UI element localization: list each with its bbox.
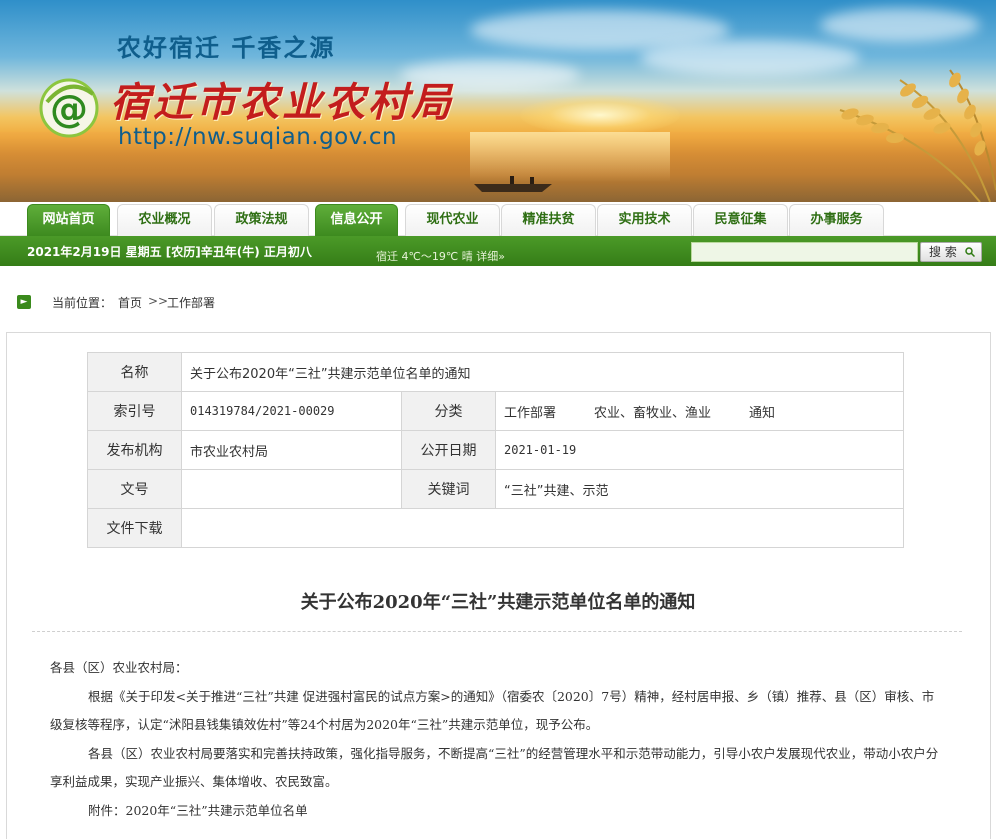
- article-paragraph: 根据《关于印发<关于推进“三社”共建 促进强村富民的试点方案>的通知》（宿委农〔…: [50, 688, 935, 733]
- meta-key-category: 分类: [401, 391, 496, 431]
- cloud-decoration: [820, 8, 980, 42]
- sun-glow: [520, 95, 680, 135]
- nav-tab-opinion[interactable]: 民意征集: [693, 204, 788, 236]
- header-slogan: 农好宿迁 千香之源: [117, 33, 336, 62]
- breadcrumb-label: 当前位置：: [52, 296, 113, 310]
- nav-tab-info-disclosure[interactable]: 信息公开: [315, 204, 398, 236]
- meta-key-keywords: 关键词: [401, 469, 496, 509]
- category-item: 通知: [749, 405, 776, 421]
- search-button-label: 搜 索: [929, 245, 957, 259]
- category-item: 工作部署: [504, 405, 557, 421]
- article-paragraph: 各县（区）农业农村局要落实和完善扶持政策，强化指导服务，不断提高“三社”的经营管…: [50, 745, 939, 790]
- nav-tab-poverty[interactable]: 精准扶贫: [501, 204, 596, 236]
- meta-row-download: 文件下载: [87, 508, 904, 548]
- header-banner: @ 农好宿迁 千香之源 宿迁市农业农村局 http://nw.suqian.go…: [0, 0, 996, 202]
- article-salutation: 各县（区）农业农村局：: [50, 660, 188, 675]
- nav-tab-services[interactable]: 办事服务: [789, 204, 884, 236]
- nav-tab-home[interactable]: 网站首页: [27, 204, 110, 236]
- meta-row-publisher: 发布机构 市农业农村局 公开日期 2021-01-19: [87, 430, 904, 470]
- rice-ears-decoration: [839, 69, 996, 202]
- meta-value-publisher: 市农业农村局: [181, 430, 402, 470]
- site-url: http://nw.suqian.gov.cn: [118, 124, 398, 150]
- breadcrumb-home-link[interactable]: 首页: [118, 294, 142, 311]
- meta-value-category: 工作部署 农业、畜牧业、渔业 通知: [495, 391, 904, 431]
- meta-key-name: 名称: [87, 352, 182, 392]
- nav-tab-tech[interactable]: 实用技术: [597, 204, 692, 236]
- meta-key-publisher: 发布机构: [87, 430, 182, 470]
- search-button[interactable]: 搜 索: [920, 242, 982, 262]
- water-shine: [470, 132, 670, 182]
- category-item: 农业、畜牧业、渔业: [594, 405, 712, 421]
- site-logo-icon: @: [39, 78, 99, 138]
- info-bar: 2021年2月19日 星期五 [农历]辛丑年(牛) 正月初八 宿迁 4℃～19℃…: [0, 236, 996, 266]
- weather-widget[interactable]: 宿迁 4℃～19℃ 晴 详细»: [376, 248, 505, 264]
- meta-value-name: 关于公布2020年“三社”共建示范单位名单的通知: [181, 352, 904, 392]
- main-nav: 网站首页 农业概况 政策法规 信息公开 现代农业 精准扶贫 实用技术 民意征集 …: [0, 202, 996, 236]
- meta-row-docno: 文号 关键词 “三社”共建、示范: [87, 469, 904, 509]
- breadcrumb-current-link[interactable]: 工作部署: [167, 294, 215, 311]
- meta-value-date: 2021-01-19: [495, 430, 904, 470]
- meta-value-docno: [181, 469, 402, 509]
- article-body: 各县（区）农业农村局： 根据《关于印发<关于推进“三社”共建 促进强村富民的试点…: [50, 654, 940, 825]
- date-display: 2021年2月19日 星期五 [农历]辛丑年(牛) 正月初八: [27, 245, 312, 259]
- article-title: 关于公布2020年“三社”共建示范单位名单的通知: [300, 592, 696, 613]
- meta-value-download[interactable]: [181, 508, 904, 548]
- svg-text:@: @: [50, 87, 88, 131]
- breadcrumb-separator: >>: [148, 294, 169, 308]
- meta-key-download: 文件下载: [87, 508, 182, 548]
- article-attachment-link[interactable]: 附件：2020年“三社”共建示范单位名单: [50, 797, 940, 826]
- org-name: 宿迁市农业农村局: [110, 79, 454, 126]
- meta-key-docno: 文号: [87, 469, 182, 509]
- title-divider: [32, 631, 962, 632]
- meta-value-keywords: “三社”共建、示范: [495, 469, 904, 509]
- fishing-boat-icon: [474, 176, 552, 192]
- document-meta-table: 名称 关于公布2020年“三社”共建示范单位名单的通知 索引号 01431978…: [87, 352, 904, 548]
- search-input[interactable]: [691, 242, 918, 262]
- meta-row-name: 名称 关于公布2020年“三社”共建示范单位名单的通知: [87, 352, 904, 392]
- meta-value-index: 014319784/2021-00029: [181, 391, 402, 431]
- search-icon: [965, 247, 975, 257]
- meta-row-index: 索引号 014319784/2021-00029 分类 工作部署 农业、畜牧业、渔…: [87, 391, 904, 431]
- nav-tab-overview[interactable]: 农业概况: [117, 204, 212, 236]
- breadcrumb-arrow-icon: ►: [17, 295, 31, 309]
- nav-tab-modern-agri[interactable]: 现代农业: [405, 204, 500, 236]
- nav-tab-policy[interactable]: 政策法规: [214, 204, 309, 236]
- meta-key-date: 公开日期: [401, 430, 496, 470]
- meta-key-index: 索引号: [87, 391, 182, 431]
